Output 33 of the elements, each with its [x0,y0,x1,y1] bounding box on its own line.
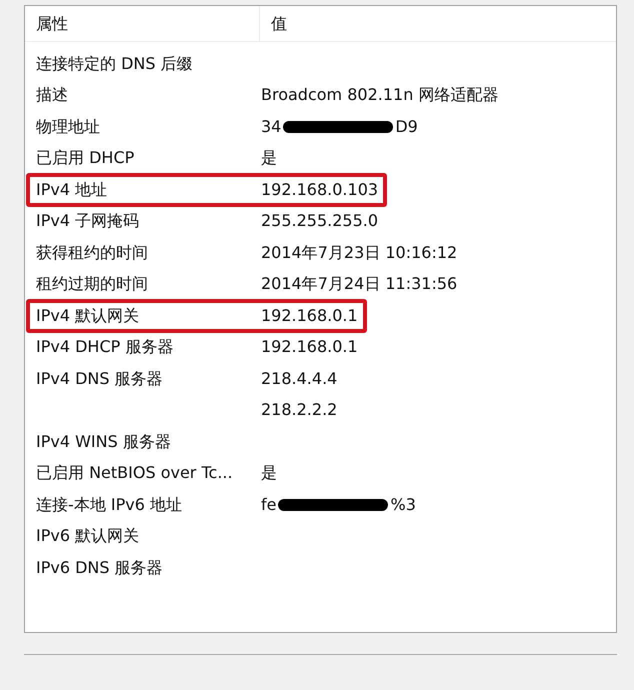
property-value: 218.4.4.4 [261,368,338,390]
property-name: IPv6 DNS 服务器 [36,558,163,577]
property-name: IPv4 WINS 服务器 [36,432,171,451]
property-name: IPv4 DNS 服务器 [36,368,163,388]
property-value: 255.255.255.0 [261,210,378,232]
property-name: 描述 [36,85,68,104]
property-name: IPv4 默认网关 [36,306,140,325]
property-name: 连接特定的 DNS 后缀 [36,54,193,73]
property-value: 是 [261,462,277,484]
property-value: Broadcom 802.11n 网络适配器 [261,84,498,106]
property-name: 连接-本地 IPv6 地址 [36,494,182,514]
property-name: 租约过期的时间 [36,274,148,294]
property-value: D9 [395,116,418,138]
property-value: 192.168.0.1 [261,304,358,327]
property-value: 218.2.2.2 [261,399,338,422]
property-value: 2014年7月23日 10:16:12 [261,242,458,264]
property-value: 34 [261,116,282,138]
property-value: 192.168.0.1 [261,336,358,358]
column-header[interactable]: 属性 [25,6,260,41]
property-name: 获得租约的时间 [36,242,148,262]
column-header[interactable]: 值 [260,6,287,41]
property-value: fe [261,494,276,516]
property-name: IPv4 地址 [36,180,108,199]
property-name: IPv4 子网掩码 [36,211,140,230]
property-name: IPv6 默认网关 [36,526,140,546]
property-name: 已启用 DHCP [36,148,134,168]
property-name: 已启用 NetBIOS over Tc... [36,463,233,482]
property-value: %3 [390,494,416,516]
property-name: 物理地址 [36,116,100,136]
property-name: IPv4 DHCP 服务器 [36,337,174,356]
property-value: 2014年7月24日 11:31:56 [261,273,458,296]
property-value: 192.168.0.103 [261,178,378,201]
property-value: 是 [261,147,277,170]
